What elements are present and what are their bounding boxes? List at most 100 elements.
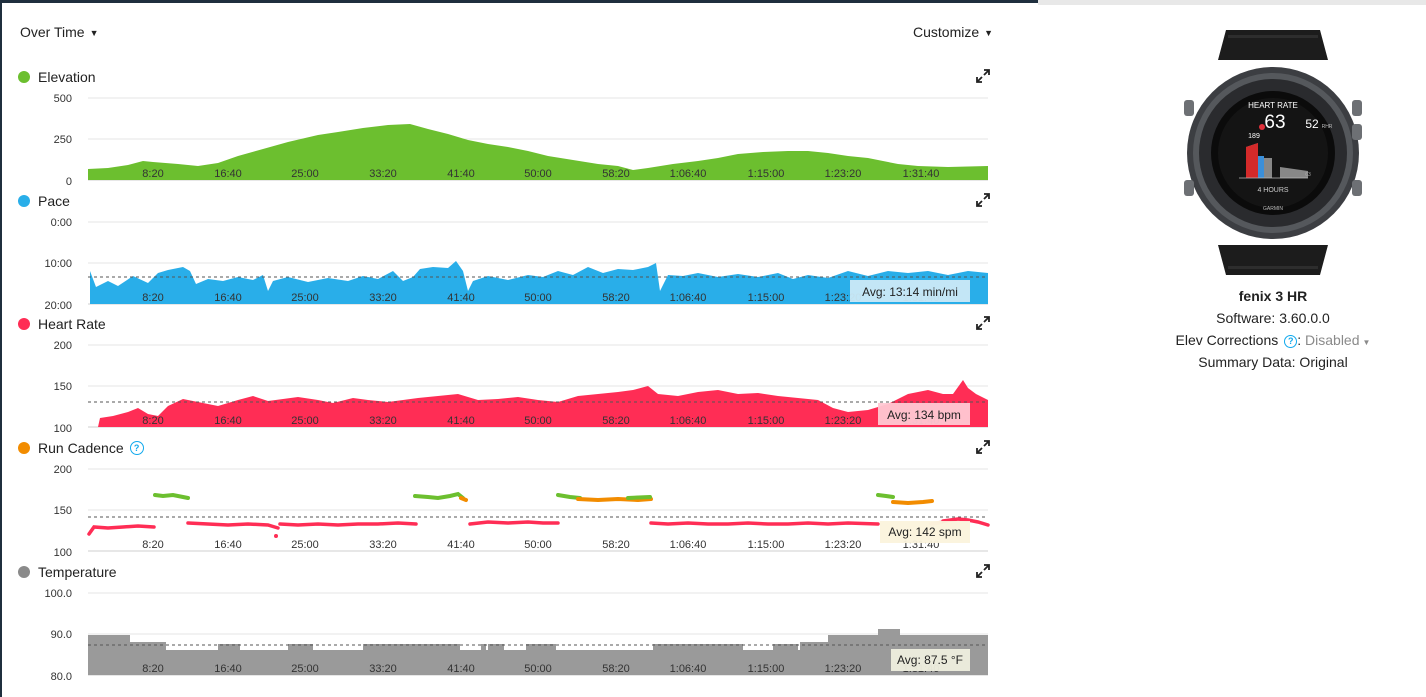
x-tick-label: 16:40 <box>214 168 242 180</box>
right-panel-top-border <box>1038 0 1426 5</box>
y-tick-label: 150 <box>54 381 72 393</box>
x-tick-label: 50:00 <box>524 415 552 427</box>
x-tick-label: 1:15:00 <box>748 168 785 180</box>
x-tick-label: 16:40 <box>214 539 242 551</box>
pace-chart: Pace 0:00 10:00 20:00 8:20 16:40 25:00 33:2… <box>18 191 993 312</box>
y-tick-label: 0:00 <box>51 217 72 229</box>
elevation-plot: 500 250 0 8:20 16:40 25:00 33:20 41:40 50:00 5… <box>54 93 988 188</box>
run-cadence-plot: 200 150 100 8:20 16:40 25:00 33:20 41:40 50:0… <box>54 464 990 559</box>
x-tick-label: 1:15:00 <box>748 292 785 304</box>
avg-label: Avg: 134 bpm <box>887 408 961 422</box>
watch-unit: RHR <box>1322 124 1333 130</box>
temperature-chart: Temperature 100.0 90.0 80.0 8:20 16:40 25:… <box>18 562 993 683</box>
x-tick-label: 1:06:40 <box>670 663 707 675</box>
y-tick-label: 150 <box>54 505 72 517</box>
x-tick-label: 41:40 <box>447 415 475 427</box>
x-tick-label: 1:15:00 <box>748 539 785 551</box>
x-tick-label: 8:20 <box>142 539 163 551</box>
x-tick-label: 50:00 <box>524 292 552 304</box>
y-tick-label: 200 <box>54 464 72 476</box>
x-tick-label: 1:31:40 <box>903 168 940 180</box>
watch-hr-value: 63 <box>1264 112 1285 133</box>
x-tick-label: 1:06:40 <box>670 539 707 551</box>
elev-corrections-row: Elev Corrections?: Disabled ▼ <box>1120 332 1426 348</box>
x-tick-label: 33:20 <box>369 168 397 180</box>
y-tick-label: 500 <box>54 93 72 105</box>
x-tick-label: 25:00 <box>291 539 319 551</box>
x-tick-label: 1:15:00 <box>748 663 785 675</box>
avg-label: Avg: 87.5 °F <box>897 653 963 667</box>
pace-plot: 0:00 10:00 20:00 8:20 16:40 25:00 33:20 41:4… <box>44 217 988 312</box>
customize-dropdown[interactable]: Customize ▼ <box>913 24 993 40</box>
run-cadence-chart: Run Cadence ? 200 150 100 8:20 16:40 25:… <box>18 438 993 559</box>
x-tick-label: 41:40 <box>447 539 475 551</box>
x-tick-label: 41:40 <box>447 663 475 675</box>
x-tick-label: 33:20 <box>369 663 397 675</box>
y-tick-label: 10:00 <box>44 258 72 270</box>
x-tick-label: 8:20 <box>142 415 163 427</box>
x-tick-label: 1:06:40 <box>670 415 707 427</box>
x-tick-label: 16:40 <box>214 415 242 427</box>
top-border <box>0 0 1038 3</box>
over-time-dropdown[interactable]: Over Time ▼ <box>20 24 99 40</box>
elev-corrections-dropdown[interactable]: Disabled ▼ <box>1305 332 1370 348</box>
y-tick-label: 100.0 <box>44 588 72 600</box>
cadence-walk-segments <box>153 491 934 506</box>
x-tick-label: 1:23:20 <box>825 415 862 427</box>
summary-data: Summary Data: Original <box>1198 354 1348 370</box>
heart-rate-plot: 200 150 100 8:20 16:40 25:00 33:20 41:40 50:0… <box>54 340 988 435</box>
garmin-logo: GARMIN <box>1263 206 1283 212</box>
device-name: fenix 3 HR <box>1238 288 1308 304</box>
software-version: Software: 3.60.0.0 <box>1216 310 1330 326</box>
temperature-plot: 100.0 90.0 80.0 8:20 16:40 25:00 33:20 41:40… <box>44 588 988 683</box>
x-tick-label: 25:00 <box>291 663 319 675</box>
y-tick-label: 0 <box>66 176 72 188</box>
x-tick-label: 50:00 <box>524 168 552 180</box>
over-time-label: Over Time <box>20 24 85 40</box>
x-tick-label: 25:00 <box>291 415 319 427</box>
x-tick-label: 58:20 <box>602 539 630 551</box>
x-tick-label: 16:40 <box>214 292 242 304</box>
heart-icon <box>1259 124 1265 130</box>
watch-period: 4 HOURS <box>1257 187 1288 194</box>
x-tick-labels: 8:20 16:40 25:00 33:20 41:40 50:00 58:20 1:06:4… <box>142 539 939 551</box>
x-tick-label: 1:15:00 <box>748 415 785 427</box>
y-tick-label: 200 <box>54 340 72 352</box>
help-icon[interactable]: ? <box>1284 335 1298 348</box>
x-tick-label: 33:20 <box>369 415 397 427</box>
device-image: HEART RATE 63 52 RHR 189 63 4 HOURS GARM… <box>1168 30 1378 285</box>
x-tick-label: 41:40 <box>447 168 475 180</box>
x-tick-label: 25:00 <box>291 168 319 180</box>
x-tick-label: 25:00 <box>291 292 319 304</box>
x-tick-label: 1:23:20 <box>825 539 862 551</box>
watch-low-value: 63 <box>1305 172 1311 178</box>
left-border <box>0 0 2 697</box>
y-tick-label: 250 <box>54 134 72 146</box>
x-tick-label: 41:40 <box>447 292 475 304</box>
x-tick-label: 8:20 <box>142 663 163 675</box>
x-tick-label: 1:23:20 <box>825 663 862 675</box>
x-tick-label: 1:06:40 <box>670 168 707 180</box>
x-tick-label: 33:20 <box>369 539 397 551</box>
watch-title: HEART RATE <box>1248 101 1298 110</box>
x-tick-label: 1:06:40 <box>670 292 707 304</box>
watch-icon: HEART RATE 63 52 RHR 189 63 4 HOURS GARM… <box>1184 30 1362 275</box>
x-tick-label: 50:00 <box>524 663 552 675</box>
avg-label: Avg: 13:14 min/mi <box>862 285 958 299</box>
x-tick-label: 16:40 <box>214 663 242 675</box>
y-tick-label: 90.0 <box>51 629 72 641</box>
y-tick-label: 100 <box>54 423 72 435</box>
watch-max-value: 189 <box>1248 133 1260 140</box>
x-tick-label: 33:20 <box>369 292 397 304</box>
heart-rate-chart: Heart Rate 200 150 100 8:20 16:40 25:00 33:… <box>18 314 993 435</box>
x-tick-label: 58:20 <box>602 663 630 675</box>
chevron-down-icon: ▼ <box>984 28 994 38</box>
x-tick-label: 58:20 <box>602 168 630 180</box>
x-tick-label: 50:00 <box>524 539 552 551</box>
watch-resting-value: 52 <box>1305 117 1319 131</box>
x-tick-label: 58:20 <box>602 292 630 304</box>
chevron-down-icon: ▼ <box>89 28 99 38</box>
elev-corrections-value: Disabled <box>1305 332 1360 348</box>
elev-corrections-label: Elev Corrections <box>1175 332 1279 348</box>
y-tick-label: 100 <box>54 547 72 559</box>
